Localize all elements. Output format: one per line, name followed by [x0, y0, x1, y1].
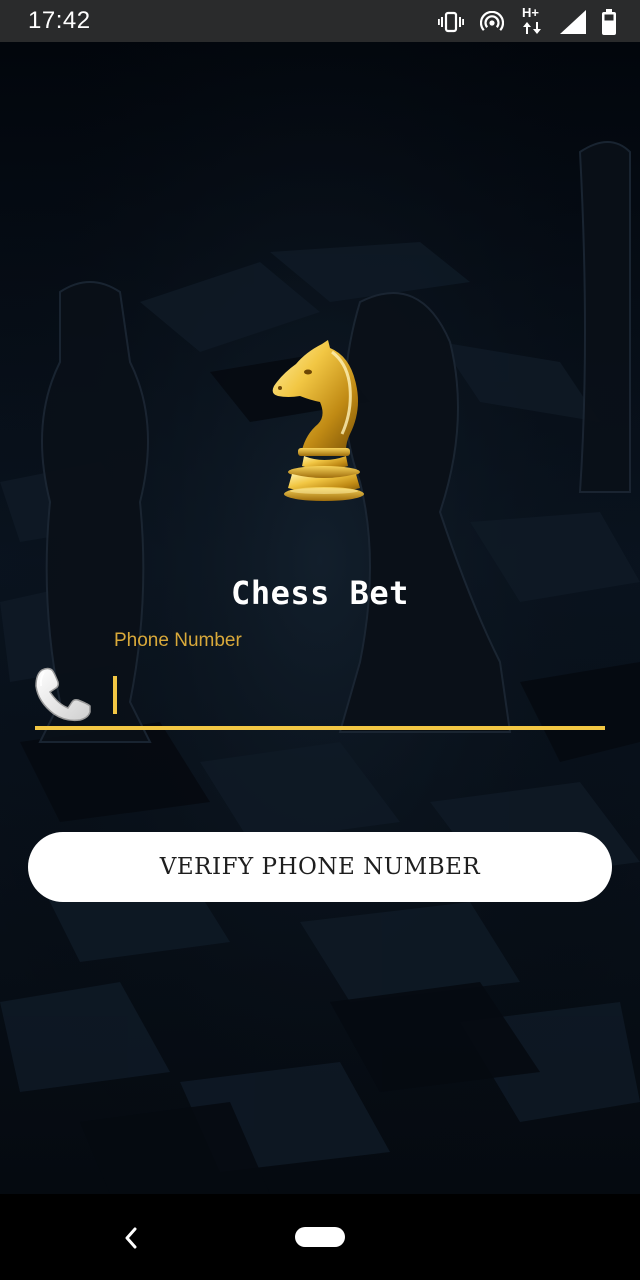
hotspot-icon: [480, 11, 504, 33]
status-bar: 17:42 H+: [0, 0, 640, 42]
home-pill-icon[interactable]: [295, 1227, 345, 1247]
phone-input-underline: [35, 726, 605, 730]
gold-knight-icon: [272, 340, 364, 501]
back-chevron-icon[interactable]: [118, 1224, 146, 1252]
phone-number-input[interactable]: [108, 668, 604, 724]
chess-background-image: [0, 42, 640, 1194]
status-icons: H+: [438, 5, 616, 36]
navigation-bar: [0, 1194, 640, 1280]
network-hplus-icon: H+: [520, 5, 544, 36]
phone-icon: [35, 667, 91, 722]
vibrate-icon: [438, 11, 464, 33]
text-cursor: [113, 676, 117, 714]
status-time: 17:42: [28, 7, 91, 34]
network-label: H+: [522, 5, 539, 20]
battery-icon: [602, 9, 616, 35]
app-title: Chess Bet: [231, 574, 409, 612]
signal-icon: [560, 10, 586, 34]
verify-phone-number-button[interactable]: VERIFY PHONE NUMBER: [28, 832, 612, 902]
app-screen: 17:42 H+ Chess Bet Phone Number VERIFY P…: [0, 0, 640, 1280]
phone-number-label: Phone Number: [114, 630, 242, 651]
